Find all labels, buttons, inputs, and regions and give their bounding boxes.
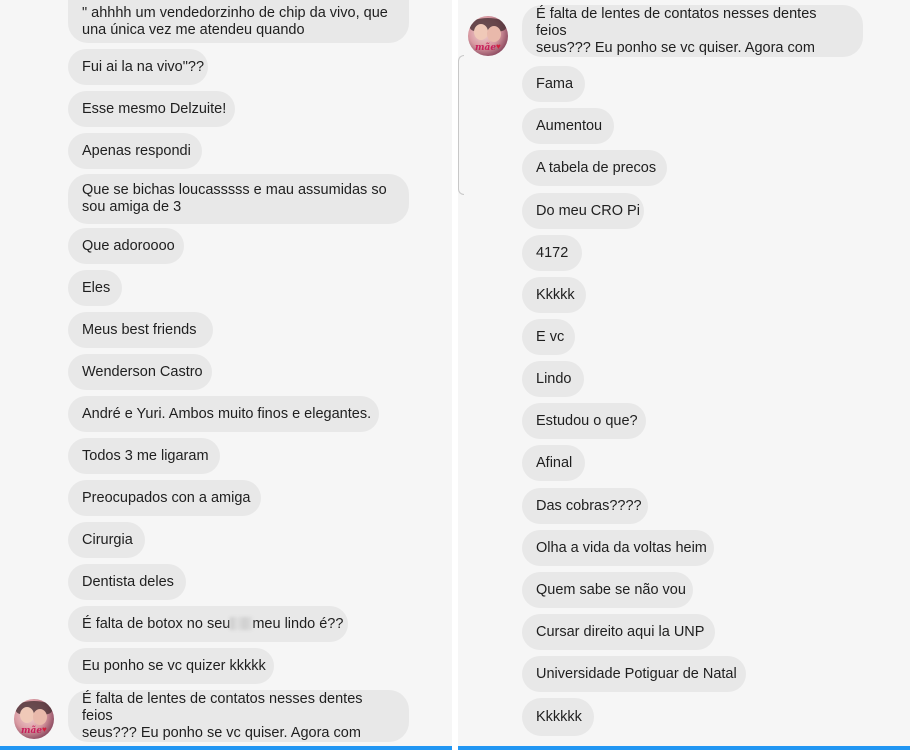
avatar-label: mãe — [475, 43, 497, 53]
message-bubble[interactable]: É falta de lentes de contatos nesses den… — [522, 5, 863, 57]
message-text: Das cobras???? — [536, 497, 642, 514]
message-text: Olha a vida da voltas heim — [536, 539, 707, 556]
message-bubble[interactable]: A tabela de precos — [522, 150, 667, 186]
message-bubble[interactable]: E vc — [522, 319, 575, 355]
message-bubble[interactable]: Lindo — [522, 361, 584, 397]
contact-avatar-icon[interactable]: mãe ♥ — [14, 699, 54, 739]
message-bubble[interactable]: Que adoroooo — [68, 228, 184, 264]
message-text: 4172 — [536, 244, 569, 261]
message-bubble[interactable]: Afinal — [522, 445, 585, 481]
message-bubble[interactable]: Wenderson Castro — [68, 354, 212, 390]
message-text: É falta de lentes de contatos nesses den… — [536, 5, 817, 56]
message-bubble[interactable]: É falta de botox no seu meu lindo é?? — [68, 606, 348, 642]
message-bubble[interactable]: Fui ai la na vivo"?? — [68, 49, 208, 85]
heart-icon: ♥ — [42, 725, 47, 734]
message-text: André e Yuri. Ambos muito finos e elegan… — [82, 405, 372, 422]
message-text: Preocupados con a amiga — [82, 489, 251, 506]
message-text: Que se bichas loucasssss e mau assumidas… — [82, 182, 387, 215]
message-text: É falta de lentes de contatos nesses den… — [82, 690, 363, 741]
message-text: Universidade Potiguar de Natal — [536, 665, 737, 682]
message-text: Eles — [82, 279, 111, 296]
message-text: Kkkkkk — [536, 708, 582, 725]
message-bubble[interactable]: Das cobras???? — [522, 488, 648, 524]
message-bubble[interactable]: Meus best friends — [68, 312, 213, 348]
message-text: Meus best friends — [82, 321, 197, 338]
message-text: Afinal — [536, 454, 573, 471]
bottom-accent-bar — [458, 746, 910, 750]
message-bubble[interactable]: Dentista deles — [68, 564, 186, 600]
contact-avatar-icon[interactable]: mãe ♥ — [468, 16, 508, 56]
message-text: Do meu CRO Pi — [536, 202, 640, 219]
message-text: É falta de botox no seu meu lindo é?? — [82, 615, 344, 632]
chat-panel-left: " ahhhh um vendedorzinho de chip da vivo… — [0, 0, 452, 750]
message-text: Estudou o que? — [536, 412, 638, 429]
message-text: Cursar direito aqui la UNP — [536, 623, 705, 640]
message-bubble[interactable]: Do meu CRO Pi — [522, 193, 644, 229]
message-bubble[interactable]: É falta de lentes de contatos nesses den… — [68, 690, 409, 742]
message-text: Cirurgia — [82, 531, 133, 548]
message-bubble[interactable]: Eu ponho se vc quizer kkkkk — [68, 648, 274, 684]
message-text: Fama — [536, 75, 574, 92]
message-bubble[interactable]: Kkkkkk — [522, 698, 594, 736]
message-bubble[interactable]: Apenas respondi — [68, 133, 202, 169]
message-bubble[interactable]: Estudou o que? — [522, 403, 646, 439]
message-bubble[interactable]: Universidade Potiguar de Natal — [522, 656, 746, 692]
redacted-word-icon — [230, 616, 253, 630]
message-bubble[interactable]: Aumentou — [522, 108, 614, 144]
heart-icon: ♥ — [496, 42, 501, 51]
message-bubble[interactable]: André e Yuri. Ambos muito finos e elegan… — [68, 396, 379, 432]
message-bubble[interactable]: Cirurgia — [68, 522, 145, 558]
message-bubble[interactable]: Preocupados con a amiga — [68, 480, 261, 516]
message-text: Dentista deles — [82, 573, 174, 590]
avatar-label: mãe — [21, 726, 43, 736]
message-bubble[interactable]: " ahhhh um vendedorzinho de chip da vivo… — [68, 0, 409, 43]
message-bubble[interactable]: Que se bichas loucasssss e mau assumidas… — [68, 174, 409, 224]
message-bubble[interactable]: 4172 — [522, 235, 582, 271]
message-text: Que adoroooo — [82, 237, 175, 254]
message-bubble[interactable]: Kkkkk — [522, 277, 586, 313]
message-text: A tabela de precos — [536, 159, 657, 176]
message-text: Wenderson Castro — [82, 363, 203, 380]
message-bubble[interactable]: Todos 3 me ligaram — [68, 438, 220, 474]
message-text: Fui ai la na vivo"?? — [82, 58, 205, 75]
overlay-card-edge — [458, 55, 464, 195]
message-text: Apenas respondi — [82, 142, 191, 159]
message-text: Kkkkk — [536, 286, 575, 303]
chat-panel-right: mãe ♥ É falta de lentes de contatos ness… — [458, 0, 910, 750]
message-text: Esse mesmo Delzuite! — [82, 100, 227, 117]
message-bubble[interactable]: Quem sabe se não vou — [522, 572, 693, 608]
message-bubble[interactable]: Cursar direito aqui la UNP — [522, 614, 715, 650]
message-text: E vc — [536, 328, 565, 345]
message-text: Quem sabe se não vou — [536, 581, 686, 598]
message-bubble[interactable]: Fama — [522, 66, 585, 102]
message-bubble[interactable]: Eles — [68, 270, 122, 306]
bottom-accent-bar — [0, 746, 452, 750]
message-text: Aumentou — [536, 117, 603, 134]
message-text: Lindo — [536, 370, 572, 387]
message-text: Eu ponho se vc quizer kkkkk — [82, 657, 266, 674]
message-bubble[interactable]: Olha a vida da voltas heim — [522, 530, 714, 566]
message-text: Todos 3 me ligaram — [82, 447, 209, 464]
message-bubble[interactable]: Esse mesmo Delzuite! — [68, 91, 235, 127]
message-text: " ahhhh um vendedorzinho de chip da vivo… — [82, 4, 388, 38]
